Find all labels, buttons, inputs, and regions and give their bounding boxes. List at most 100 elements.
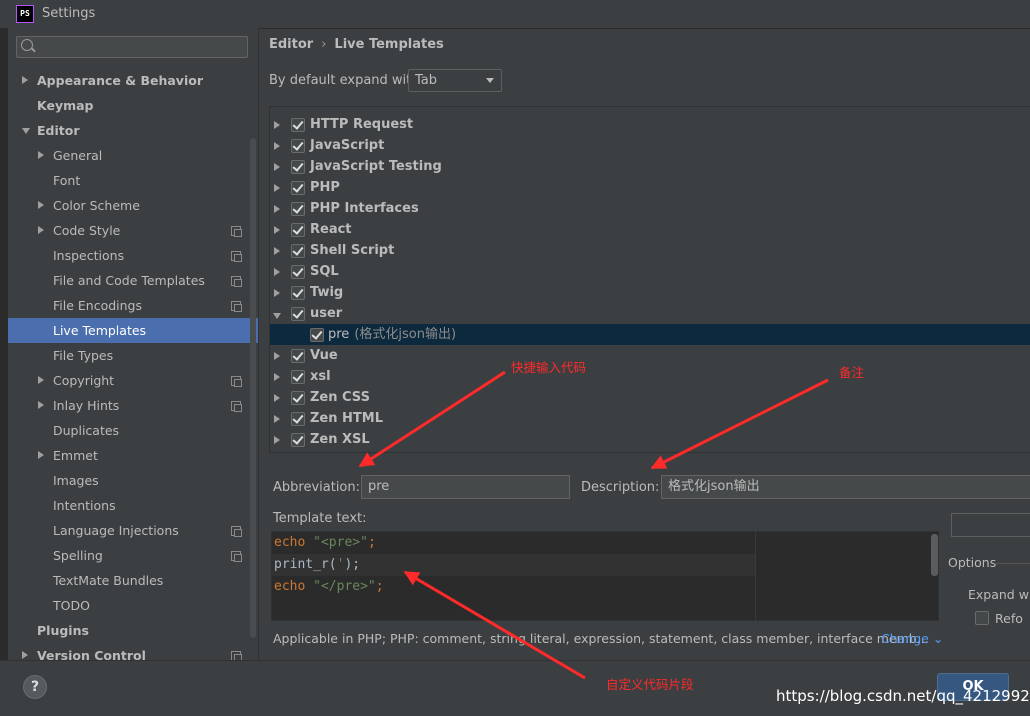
chevron-right-icon[interactable]	[274, 121, 280, 129]
chevron-right-icon[interactable]	[274, 268, 280, 276]
checkbox-checked-icon[interactable]	[291, 118, 305, 132]
checkbox-checked-icon[interactable]	[291, 391, 305, 405]
sidebar-item-label: Live Templates	[53, 323, 147, 338]
sidebar-item-textmate-bundles[interactable]: TextMate Bundles	[8, 568, 258, 593]
template-group[interactable]: Zen XSL	[270, 429, 1030, 450]
checkbox-checked-icon[interactable]	[291, 433, 305, 447]
checkbox-checked-icon[interactable]	[291, 286, 305, 300]
editor-scrollbar[interactable]	[931, 534, 938, 576]
chevron-right-icon[interactable]	[274, 163, 280, 171]
chevron-right-icon[interactable]	[38, 201, 44, 209]
template-group[interactable]: Shell Script	[270, 240, 1030, 261]
edit-variables-button[interactable]	[951, 513, 1030, 537]
sidebar-item-keymap[interactable]: Keymap	[8, 93, 258, 118]
sidebar-item-plugins[interactable]: Plugins	[8, 618, 258, 643]
checkbox-checked-icon[interactable]	[310, 328, 324, 342]
sidebar-item-images[interactable]: Images	[8, 468, 258, 493]
sidebar-item-language-injections[interactable]: Language Injections	[8, 518, 258, 543]
abbreviation-input[interactable]: pre	[361, 475, 570, 499]
chevron-right-icon[interactable]	[22, 651, 28, 659]
chevron-right-icon[interactable]	[274, 436, 280, 444]
template-group[interactable]: user	[270, 303, 1030, 324]
template-text-editor[interactable]: echo "<pre>"; print_r('); echo "</pre>";	[271, 531, 939, 621]
chevron-right-icon[interactable]	[38, 226, 44, 234]
sidebar-item-font[interactable]: Font	[8, 168, 258, 193]
expand-with-value: Tab	[415, 73, 438, 88]
sidebar-item-file-and-code-templates[interactable]: File and Code Templates	[8, 268, 258, 293]
checkbox-checked-icon[interactable]	[291, 202, 305, 216]
template-group[interactable]: PHP	[270, 177, 1030, 198]
template-group[interactable]: HTTP Request	[270, 114, 1030, 135]
applicable-contexts-text: Applicable in PHP; PHP: comment, string …	[273, 631, 929, 646]
checkbox-checked-icon[interactable]	[291, 307, 305, 321]
checkbox-checked-icon[interactable]	[291, 181, 305, 195]
sidebar-item-general[interactable]: General	[8, 143, 258, 168]
sidebar-item-todo[interactable]: TODO	[8, 593, 258, 618]
chevron-right-icon[interactable]	[274, 142, 280, 150]
template-group[interactable]: SQL	[270, 261, 1030, 282]
template-group-name: JavaScript Testing	[310, 159, 442, 174]
template-item[interactable]: pre (格式化json输出)	[270, 324, 1030, 345]
sidebar-item-color-scheme[interactable]: Color Scheme	[8, 193, 258, 218]
reformat-checkbox[interactable]	[975, 611, 989, 625]
options-divider	[994, 563, 1030, 564]
settings-search-input[interactable]	[16, 36, 248, 58]
chevron-right-icon[interactable]	[274, 247, 280, 255]
checkbox-checked-icon[interactable]	[291, 412, 305, 426]
chevron-right-icon[interactable]	[274, 184, 280, 192]
sidebar-item-inlay-hints[interactable]: Inlay Hints	[8, 393, 258, 418]
sidebar-item-spelling[interactable]: Spelling	[8, 543, 258, 568]
breadcrumb-parent[interactable]: Editor	[269, 37, 313, 52]
template-group[interactable]: Zen HTML	[270, 408, 1030, 429]
description-input[interactable]: 格式化json输出	[661, 475, 1030, 499]
checkbox-checked-icon[interactable]	[291, 265, 305, 279]
sidebar-item-emmet[interactable]: Emmet	[8, 443, 258, 468]
sidebar-item-duplicates[interactable]: Duplicates	[8, 418, 258, 443]
expand-with-select[interactable]: Tab	[408, 69, 502, 92]
template-group[interactable]: Zen CSS	[270, 387, 1030, 408]
template-group-name: user	[310, 306, 343, 321]
checkbox-checked-icon[interactable]	[291, 160, 305, 174]
chevron-right-icon[interactable]	[274, 352, 280, 360]
chevron-right-icon[interactable]	[38, 376, 44, 384]
chevron-right-icon[interactable]	[274, 394, 280, 402]
template-group[interactable]: React	[270, 219, 1030, 240]
change-contexts-link[interactable]: Change ⌄	[881, 631, 943, 646]
checkbox-checked-icon[interactable]	[291, 244, 305, 258]
chevron-right-icon[interactable]	[274, 415, 280, 423]
project-scope-icon	[231, 551, 242, 562]
checkbox-checked-icon[interactable]	[291, 349, 305, 363]
chevron-down-icon[interactable]	[273, 313, 281, 319]
sidebar-item-live-templates[interactable]: Live Templates	[8, 318, 258, 343]
sidebar-item-copyright[interactable]: Copyright	[8, 368, 258, 393]
template-group[interactable]: JavaScript	[270, 135, 1030, 156]
template-group[interactable]: Twig	[270, 282, 1030, 303]
template-group[interactable]: xsl	[270, 366, 1030, 387]
sidebar-item-intentions[interactable]: Intentions	[8, 493, 258, 518]
sidebar-item-label: File Types	[53, 348, 114, 363]
template-group[interactable]: JavaScript Testing	[270, 156, 1030, 177]
template-group[interactable]: Vue	[270, 345, 1030, 366]
sidebar-item-file-types[interactable]: File Types	[8, 343, 258, 368]
chevron-right-icon[interactable]	[274, 205, 280, 213]
chevron-right-icon[interactable]	[274, 289, 280, 297]
sidebar-item-code-style[interactable]: Code Style	[8, 218, 258, 243]
checkbox-checked-icon[interactable]	[291, 223, 305, 237]
sidebar-item-file-encodings[interactable]: File Encodings	[8, 293, 258, 318]
checkbox-checked-icon[interactable]	[291, 139, 305, 153]
template-group[interactable]: PHP Interfaces	[270, 198, 1030, 219]
chevron-right-icon[interactable]	[38, 401, 44, 409]
chevron-down-icon[interactable]	[22, 128, 30, 134]
chevron-right-icon[interactable]	[274, 373, 280, 381]
help-button[interactable]: ?	[23, 675, 47, 699]
sidebar-scrollbar[interactable]	[250, 138, 256, 638]
sidebar-item-inspections[interactable]: Inspections	[8, 243, 258, 268]
sidebar-item-editor[interactable]: Editor	[8, 118, 258, 143]
template-text-label: Template text:	[273, 511, 367, 526]
checkbox-checked-icon[interactable]	[291, 370, 305, 384]
chevron-right-icon[interactable]	[22, 76, 28, 84]
chevron-right-icon[interactable]	[38, 451, 44, 459]
chevron-right-icon[interactable]	[38, 151, 44, 159]
chevron-right-icon[interactable]	[274, 226, 280, 234]
sidebar-item-appearance-behavior[interactable]: Appearance & Behavior	[8, 68, 258, 93]
